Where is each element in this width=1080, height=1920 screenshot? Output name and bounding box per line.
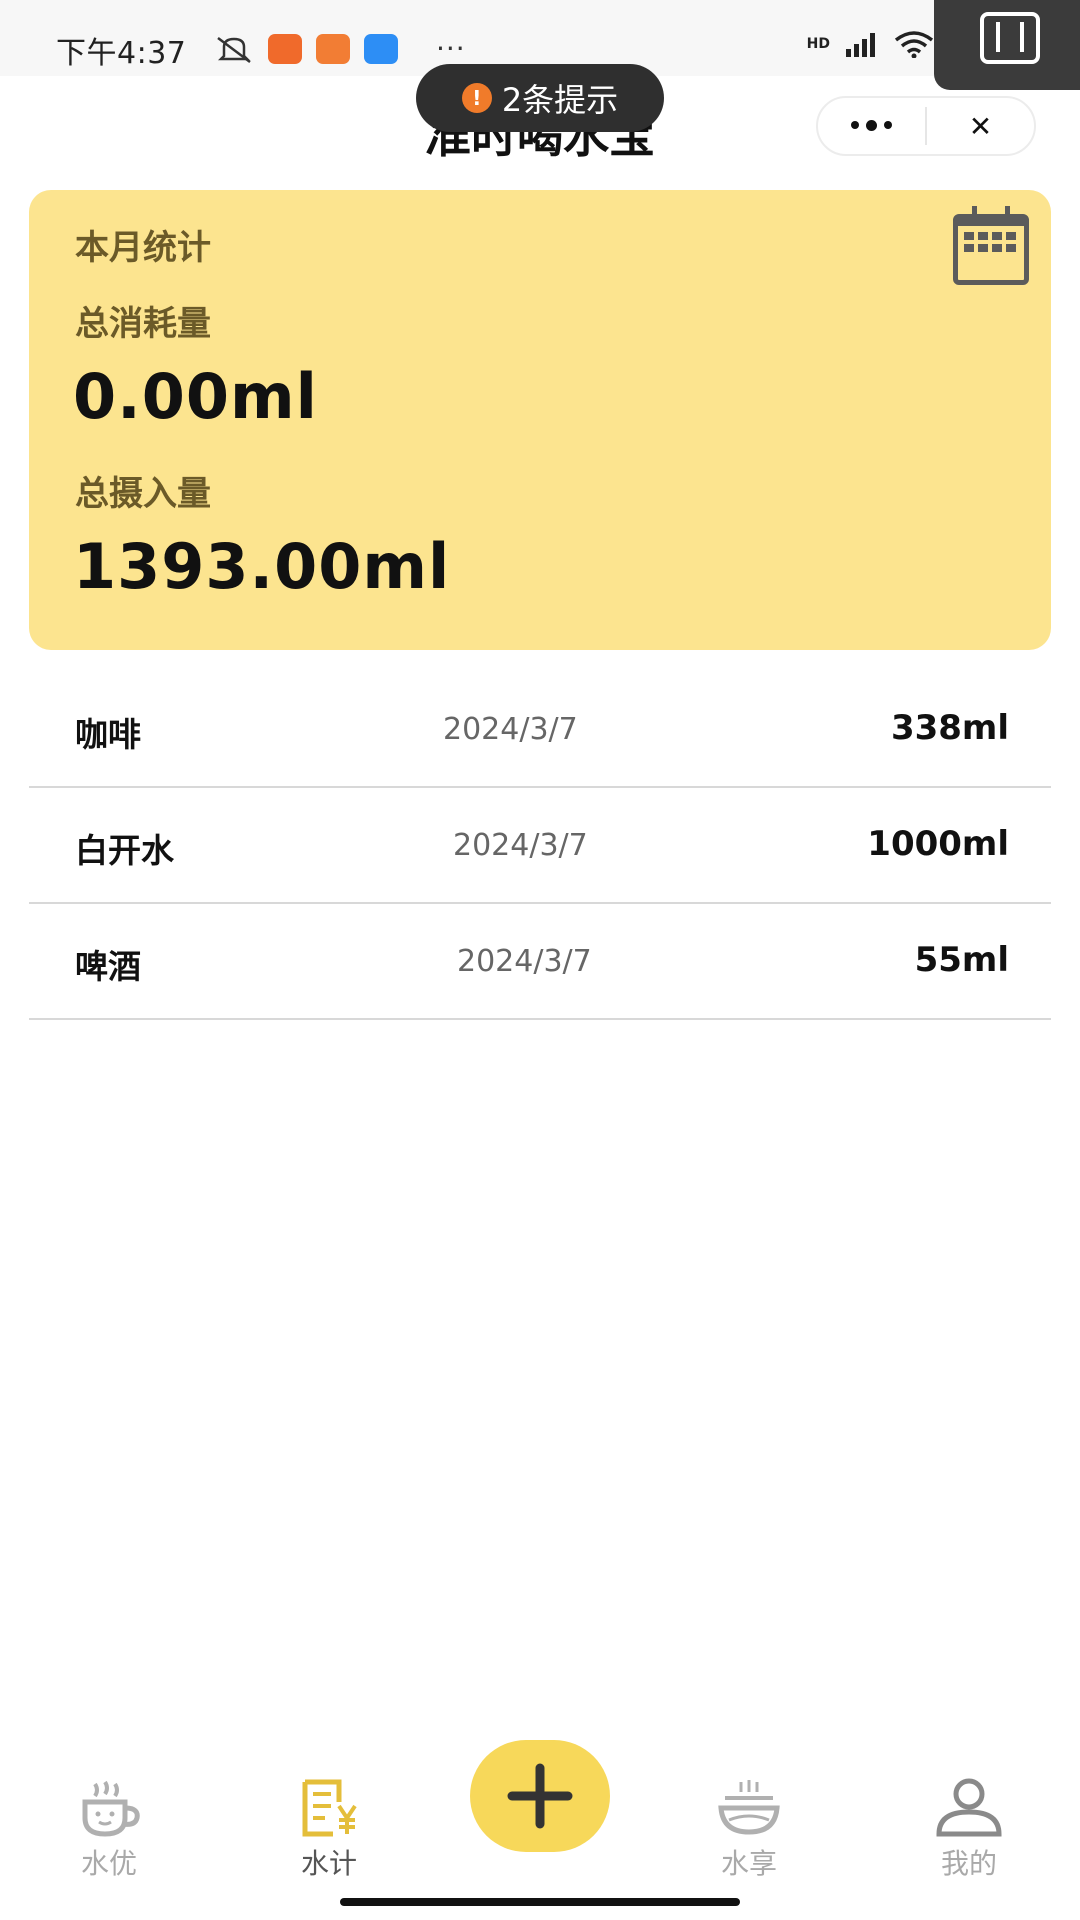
bottom-tab-bar: 水优 水计 水享 我的 [0,1740,1080,1890]
drink-name: 啤酒 [75,947,141,986]
more-notifications: ··· [436,32,466,65]
tab-label: 我的 [940,1847,997,1880]
monthly-summary-card: 本月统计 总消耗量 0.00ml 总摄入量 1393.00ml [29,190,1051,650]
intake-value: 1393.00ml [73,530,451,603]
hint-toast[interactable]: ! 2条提示 [416,64,664,132]
close-icon: ✕ [968,109,993,143]
list-item[interactable]: 咖啡 2024/3/7 338ml [29,672,1051,788]
app-icon-blue [364,33,398,64]
ledger-icon [302,1779,357,1837]
drink-date: 2024/3/7 [457,944,592,979]
miniprogram-capsule: ✕ [816,96,1036,156]
drink-amount: 1000ml [867,824,1009,864]
bowl-icon [718,1780,780,1835]
drink-amount: 55ml [914,940,1009,980]
intake-label: 总摄入量 [75,474,211,514]
floating-settings-button[interactable] [934,0,1080,90]
home-indicator[interactable] [340,1898,740,1906]
alert-icon: ! [461,83,492,113]
tab-shuiji[interactable]: 水计 [254,1778,404,1882]
app-icon-weibo [316,33,350,64]
mute-bell-icon [217,36,251,63]
drink-amount: 338ml [890,708,1009,748]
hd-label: HD [806,36,830,52]
tab-shuiyou[interactable]: 水优 [34,1778,184,1882]
drink-date: 2024/3/7 [453,828,588,863]
add-record-button[interactable] [470,1740,610,1852]
tab-label: 水享 [720,1847,777,1880]
cup-icon [82,1780,140,1837]
toast-text: 2条提示 [501,81,619,119]
signal-icon [846,33,875,57]
summary-section-label: 本月统计 [75,228,211,268]
calendar-icon[interactable] [953,206,1029,285]
status-time: 下午4:37 [56,36,187,71]
list-item[interactable]: 啤酒 2024/3/7 55ml [29,904,1051,1020]
app-icon-orange [268,33,302,64]
more-dots-icon [851,120,892,131]
tab-label: 水计 [300,1847,357,1880]
drink-name: 白开水 [75,831,174,870]
plus-icon [507,1763,573,1829]
list-item[interactable]: 白开水 2024/3/7 1000ml [29,788,1051,904]
user-icon [936,1778,1002,1837]
close-button[interactable]: ✕ [927,98,1034,154]
tab-mine[interactable]: 我的 [894,1778,1044,1882]
drink-date: 2024/3/7 [443,712,578,747]
notification-icons: ··· [214,32,466,65]
wifi-icon [894,31,934,58]
tab-label: 水优 [80,1847,137,1880]
menu-button[interactable] [818,98,925,154]
tab-shuixiang[interactable]: 水享 [674,1778,824,1882]
drink-name: 咖啡 [75,715,141,754]
sliders-icon [980,12,1040,64]
consumption-label: 总消耗量 [75,304,211,344]
consumption-value: 0.00ml [73,360,318,433]
record-list: 咖啡 2024/3/7 338ml 白开水 2024/3/7 1000ml 啤酒… [29,672,1051,1020]
